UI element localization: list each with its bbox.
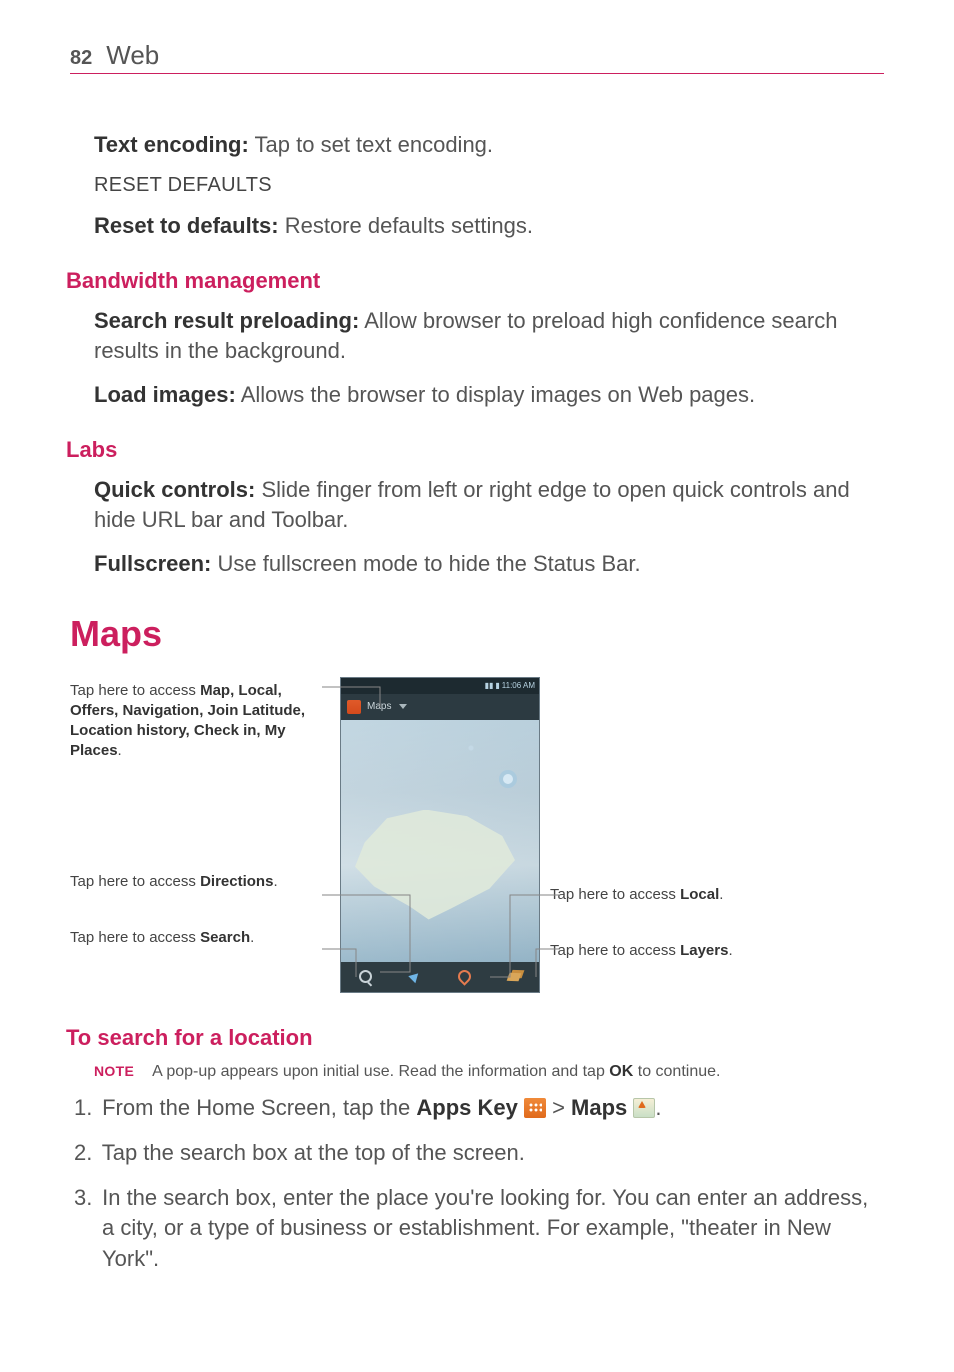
desc: Allows the browser to display images on … bbox=[236, 382, 755, 407]
desc: Tap to set text encoding. bbox=[249, 132, 493, 157]
note-label: NOTE bbox=[94, 1063, 134, 1079]
callout-menu: Tap here to access Map, Local, Offers, N… bbox=[70, 681, 330, 762]
step-3: 3. In the search box, enter the place yo… bbox=[74, 1183, 884, 1275]
callout-directions: Tap here to access Directions. bbox=[70, 872, 330, 892]
callout-local: Tap here to access Local. bbox=[550, 885, 780, 905]
maps-app-icon bbox=[633, 1098, 655, 1118]
setting-search-preload: Search result preloading: Allow browser … bbox=[94, 306, 884, 365]
maps-app-bar[interactable]: Maps bbox=[341, 694, 539, 720]
chapter-title: Web bbox=[106, 40, 159, 71]
maps-app-icon bbox=[347, 700, 361, 714]
layers-icon[interactable] bbox=[505, 968, 523, 986]
search-location-heading: To search for a location bbox=[66, 1025, 884, 1051]
step-2: 2. Tap the search box at the top of the … bbox=[74, 1138, 884, 1169]
maps-screenshot: ▮▮ ▮ 11:06 AM Maps bbox=[340, 677, 540, 993]
local-pin-icon[interactable] bbox=[456, 968, 474, 986]
status-time: 11:06 AM bbox=[502, 681, 535, 690]
desc: Restore defaults settings. bbox=[279, 213, 533, 238]
reset-defaults-heading: RESET DEFAULTS bbox=[94, 174, 884, 197]
setting-quick-controls: Quick controls: Slide finger from left o… bbox=[94, 475, 884, 534]
setting-text-encoding: Text encoding: Tap to set text encoding. bbox=[94, 130, 884, 160]
labs-heading: Labs bbox=[66, 437, 884, 463]
callout-search: Tap here to access Search. bbox=[70, 928, 330, 948]
label: Reset to defaults: bbox=[94, 213, 279, 238]
desc: Use fullscreen mode to hide the Status B… bbox=[211, 551, 640, 576]
apps-key-icon bbox=[524, 1098, 546, 1118]
label: Text encoding: bbox=[94, 132, 249, 157]
steps-list: 1. From the Home Screen, tap the Apps Ke… bbox=[70, 1093, 884, 1275]
maps-heading: Maps bbox=[70, 613, 884, 655]
label: Fullscreen: bbox=[94, 551, 211, 576]
status-bar: ▮▮ ▮ 11:06 AM bbox=[341, 678, 539, 694]
signal-icon: ▮▮ bbox=[485, 681, 494, 690]
label: Search result preloading: bbox=[94, 308, 359, 333]
battery-icon: ▮ bbox=[495, 681, 499, 690]
maps-app-title: Maps bbox=[367, 701, 391, 712]
setting-reset-defaults: Reset to defaults: Restore defaults sett… bbox=[94, 211, 884, 241]
my-location-dot bbox=[503, 774, 513, 784]
note: NOTE A pop-up appears upon initial use. … bbox=[94, 1063, 884, 1081]
callout-layers: Tap here to access Layers. bbox=[550, 941, 780, 961]
search-icon[interactable] bbox=[357, 968, 375, 986]
page-number: 82 bbox=[70, 47, 92, 70]
label: Quick controls: bbox=[94, 477, 255, 502]
step-1: 1. From the Home Screen, tap the Apps Ke… bbox=[74, 1093, 884, 1124]
directions-icon[interactable] bbox=[406, 968, 424, 986]
label: Load images: bbox=[94, 382, 236, 407]
dropdown-icon bbox=[399, 704, 407, 709]
maps-bottom-bar bbox=[341, 962, 539, 992]
bandwidth-heading: Bandwidth management bbox=[66, 268, 884, 294]
page-header: 82 Web bbox=[70, 40, 884, 74]
setting-fullscreen: Fullscreen: Use fullscreen mode to hide … bbox=[94, 549, 884, 579]
maps-figure: Tap here to access Map, Local, Offers, N… bbox=[70, 677, 884, 998]
setting-load-images: Load images: Allows the browser to displ… bbox=[94, 380, 884, 410]
note-text: A pop-up appears upon initial use. Read … bbox=[152, 1063, 720, 1081]
map-landmass bbox=[355, 810, 515, 920]
map-canvas[interactable] bbox=[341, 720, 539, 962]
